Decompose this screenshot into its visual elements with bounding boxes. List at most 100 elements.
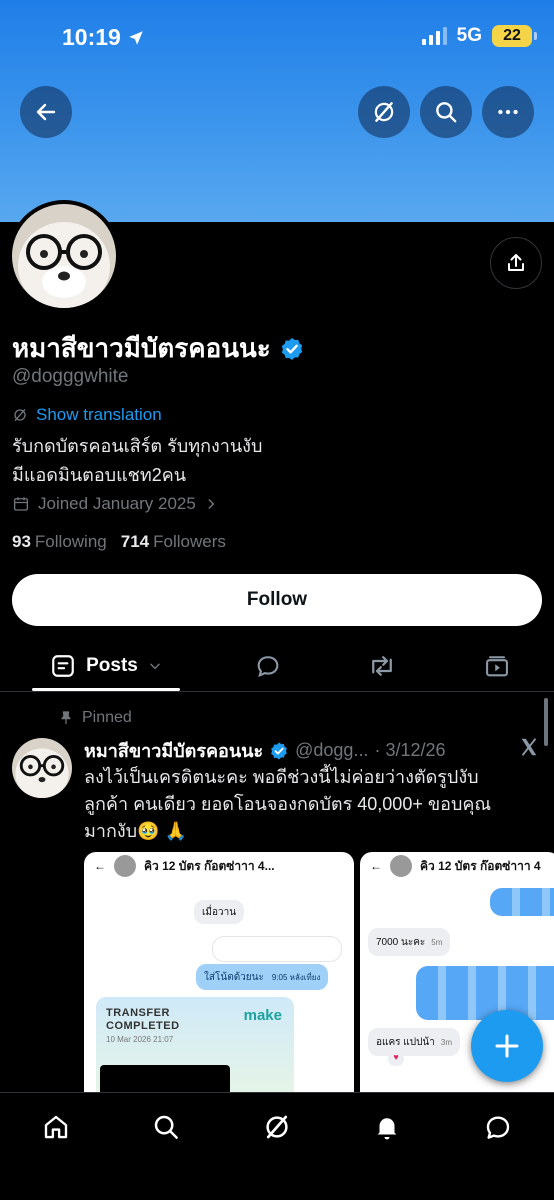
back-button[interactable]: [20, 86, 72, 138]
bell-icon: [377, 1118, 397, 1140]
nav-grok[interactable]: [259, 1109, 295, 1145]
share-icon: [508, 254, 524, 271]
chat-message: 7000 นะคะ: [376, 936, 426, 948]
tab-replies[interactable]: [248, 640, 288, 692]
battery-icon: 22: [492, 25, 537, 47]
tab-posts-label: Posts: [86, 655, 138, 676]
more-button[interactable]: [482, 86, 534, 138]
location-arrow-icon: [129, 30, 143, 45]
chat-header: ← คิว 12 บัตร ก๊อตซ่าาา 4: [360, 852, 554, 880]
media-icon: [486, 656, 508, 677]
search-icon: [154, 1115, 178, 1139]
followers-count: 714: [120, 532, 150, 551]
nav-home[interactable]: [38, 1109, 74, 1145]
chat-bubble: อแคร แปปน้า 3m: [368, 1028, 461, 1056]
home-icon: [44, 1115, 68, 1139]
more-icon: [498, 109, 518, 115]
replies-icon: [257, 656, 279, 678]
plus-icon: [495, 1034, 519, 1058]
follow-button[interactable]: Follow: [12, 574, 542, 626]
nav-notifications[interactable]: [369, 1109, 405, 1145]
profile-handle: @dogggwhite: [12, 366, 129, 387]
following-link[interactable]: 93 Following: [12, 532, 107, 552]
pinned-label: Pinned: [82, 709, 132, 726]
search-icon: [436, 102, 457, 123]
post-text-line: ลงไว้เป็นเครดิตนะคะ พอดีช่วงนี้ไม่ค่อยว่…: [84, 767, 479, 787]
post-date: · 3/12/26: [374, 740, 446, 760]
post-text: ลงไว้เป็นเครดิตนะคะ พอดีช่วงนี้ไม่ค่อยว่…: [84, 764, 544, 845]
show-translation-label: Show translation: [36, 405, 162, 424]
joined-date[interactable]: Joined January 2025: [12, 494, 218, 514]
post-text-line: มากงับ🥹 🙏: [84, 821, 187, 841]
x-logo-icon: [521, 738, 537, 756]
transfer-date: 10 Mar 2026 21:07: [106, 1035, 174, 1044]
post-image-1[interactable]: ← คิว 12 บัตร ก๊อตซ่าาา 4... เมื่อวาน ใส…: [84, 852, 354, 1102]
post-author-handle: @dogg...: [295, 740, 369, 760]
chat-time: 5m: [431, 937, 443, 947]
following-label: Following: [34, 532, 107, 551]
chat-message: อแคร แปปน้า: [376, 1036, 435, 1048]
chat-bubble: ใส่โน้ตด้วยนะ 9:05 หลังเที่ยง: [196, 964, 329, 990]
search-button[interactable]: [420, 86, 472, 138]
time-text: 10:19: [62, 24, 121, 50]
post-author-name[interactable]: หมาสีขาวมีบัตรคอนนะ: [84, 736, 263, 765]
grok-button[interactable]: [358, 86, 410, 138]
chat-title: คิว 12 บัตร ก๊อตซ่าาา 4: [420, 858, 541, 873]
chat-time: 9:05 หลังเที่ยง: [271, 972, 321, 982]
grok-explain-button[interactable]: [518, 736, 540, 763]
chat-title: คิว 12 บัตร ก๊อตซ่าาา 4...: [144, 858, 275, 873]
grok-icon: [266, 1115, 288, 1139]
post-text-line: ลูกค้า คนเดียว ยอดโอนจองกดบัตร 40,000+ ข…: [84, 794, 492, 814]
scrollbar[interactable]: [544, 698, 548, 746]
back-arrow-icon: [36, 103, 56, 121]
chat-time: 3m: [440, 1037, 453, 1047]
bottom-nav: [0, 1092, 554, 1200]
bio-line: รับกดบัตรคอนเสิร์ต รับทุกงานงับ: [12, 436, 263, 456]
dog-avatar-image: [12, 738, 72, 798]
status-indicators: 5G 22: [421, 25, 537, 47]
active-tab-indicator: [32, 688, 180, 691]
tab-posts[interactable]: Posts: [32, 640, 180, 692]
calendar-icon: [13, 497, 29, 511]
chat-bubble-blank: [212, 936, 342, 962]
nav-search[interactable]: [148, 1109, 184, 1145]
messages-icon: [486, 1116, 510, 1139]
show-translation-link[interactable]: Show translation: [12, 405, 162, 425]
status-time: 10:19: [62, 24, 145, 51]
share-button[interactable]: [490, 237, 542, 289]
back-arrow-icon: ←: [94, 859, 106, 873]
heart-reaction-icon: ♥: [388, 1052, 404, 1066]
compose-button[interactable]: [471, 1010, 543, 1082]
chevron-down-icon: [150, 663, 160, 670]
profile-avatar[interactable]: [8, 200, 120, 312]
verified-icon: [281, 337, 302, 360]
followers-link[interactable]: 714 Followers: [121, 532, 226, 552]
follow-counts: 93 Following 714 Followers: [12, 532, 226, 552]
redacted-bubble: [416, 966, 554, 1020]
transfer-receipt: TRANSFER COMPLETED 10 Mar 2026 21:07 mak…: [96, 997, 294, 1102]
chat-header: ← คิว 12 บัตร ก๊อตซ่าาา 4...: [84, 852, 354, 880]
dog-avatar-image: [12, 204, 116, 308]
posts-icon: [52, 655, 74, 677]
display-name-text: หมาสีขาวมีบัตรคอนนะ: [12, 333, 271, 363]
retweet-icon: [372, 656, 392, 676]
post-author-avatar[interactable]: [12, 738, 72, 798]
battery-level: 22: [503, 27, 521, 44]
bio-line: มีแอดมินตอบแชท2คน: [12, 465, 187, 485]
pin-icon: [61, 711, 71, 724]
brand-logo: make: [243, 1007, 282, 1024]
followers-label: Followers: [153, 532, 226, 551]
tab-reposts[interactable]: [362, 640, 402, 692]
signal-icon: [421, 27, 447, 45]
profile-bio: รับกดบัตรคอนเสิร์ต รับทุกงานงับ มีแอดมิน…: [12, 432, 262, 490]
nav-messages[interactable]: [480, 1109, 516, 1145]
chat-avatar: [390, 855, 412, 877]
post-header: หมาสีขาวมีบัตรคอนนะ @dogg... · 3/12/26: [84, 736, 520, 765]
following-count: 93: [12, 532, 31, 551]
chat-bubble: เมื่อวาน: [194, 900, 245, 924]
profile-tabs: Posts: [0, 640, 554, 692]
display-name: หมาสีขาวมีบัตรคอนนะ: [12, 328, 305, 369]
tab-media[interactable]: [477, 640, 517, 692]
pinned-indicator: Pinned: [58, 709, 132, 727]
chevron-right-icon: [208, 499, 215, 509]
